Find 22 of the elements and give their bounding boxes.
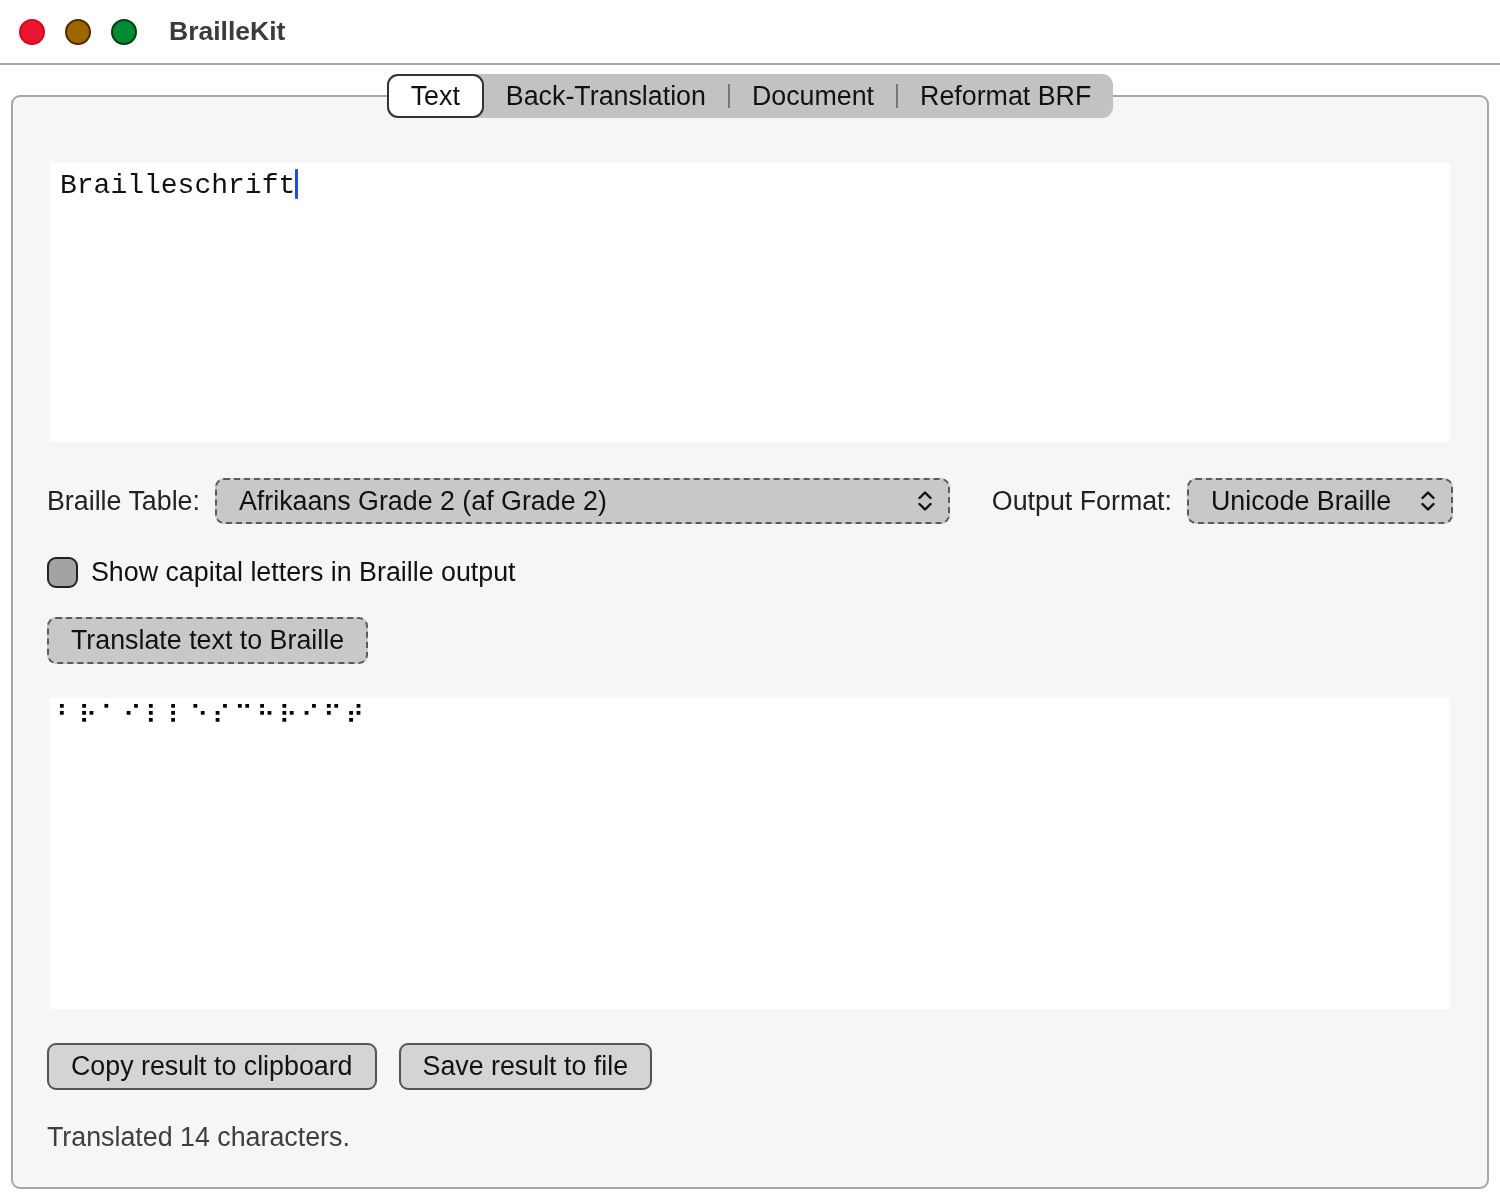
braille-table-dropdown[interactable]: Afrikaans Grade 2 (af Grade 2) <box>214 478 950 524</box>
output-format-label: Output Format: <box>991 485 1172 517</box>
zoom-button[interactable] <box>111 18 137 45</box>
chevron-up-down-icon <box>1421 490 1435 512</box>
save-button[interactable]: Save result to file <box>398 1043 653 1090</box>
checkbox[interactable] <box>47 557 78 588</box>
tab[interactable]: Document <box>729 74 897 118</box>
minimize-button[interactable] <box>65 18 91 45</box>
chevron-up-down-icon <box>917 490 932 512</box>
close-button[interactable] <box>19 18 45 45</box>
status-text: Translated 14 characters. <box>47 1122 350 1153</box>
text-input-area[interactable]: Brailleschrift <box>50 163 1450 442</box>
braille-output-area[interactable]: ⠃⠗⠁⠊⠇⠇⠑⠎⠉⠓⠗⠊⠋⠞ <box>50 698 1450 1009</box>
translate-button[interactable]: Translate text to Braille <box>47 617 369 664</box>
copy-button[interactable]: Copy result to clipboard <box>47 1043 377 1090</box>
tab[interactable]: Text <box>386 74 484 118</box>
output-format-dropdown[interactable]: Unicode Braille <box>1187 478 1453 524</box>
braille-table-label: Braille Table: <box>47 485 200 517</box>
window-title: BrailleKit <box>169 16 286 47</box>
checkbox-label[interactable]: Show capital letters in Braille output <box>91 557 516 588</box>
tab[interactable]: Back-Translation <box>483 74 728 118</box>
tab[interactable]: Reformat BRF <box>898 74 1114 118</box>
